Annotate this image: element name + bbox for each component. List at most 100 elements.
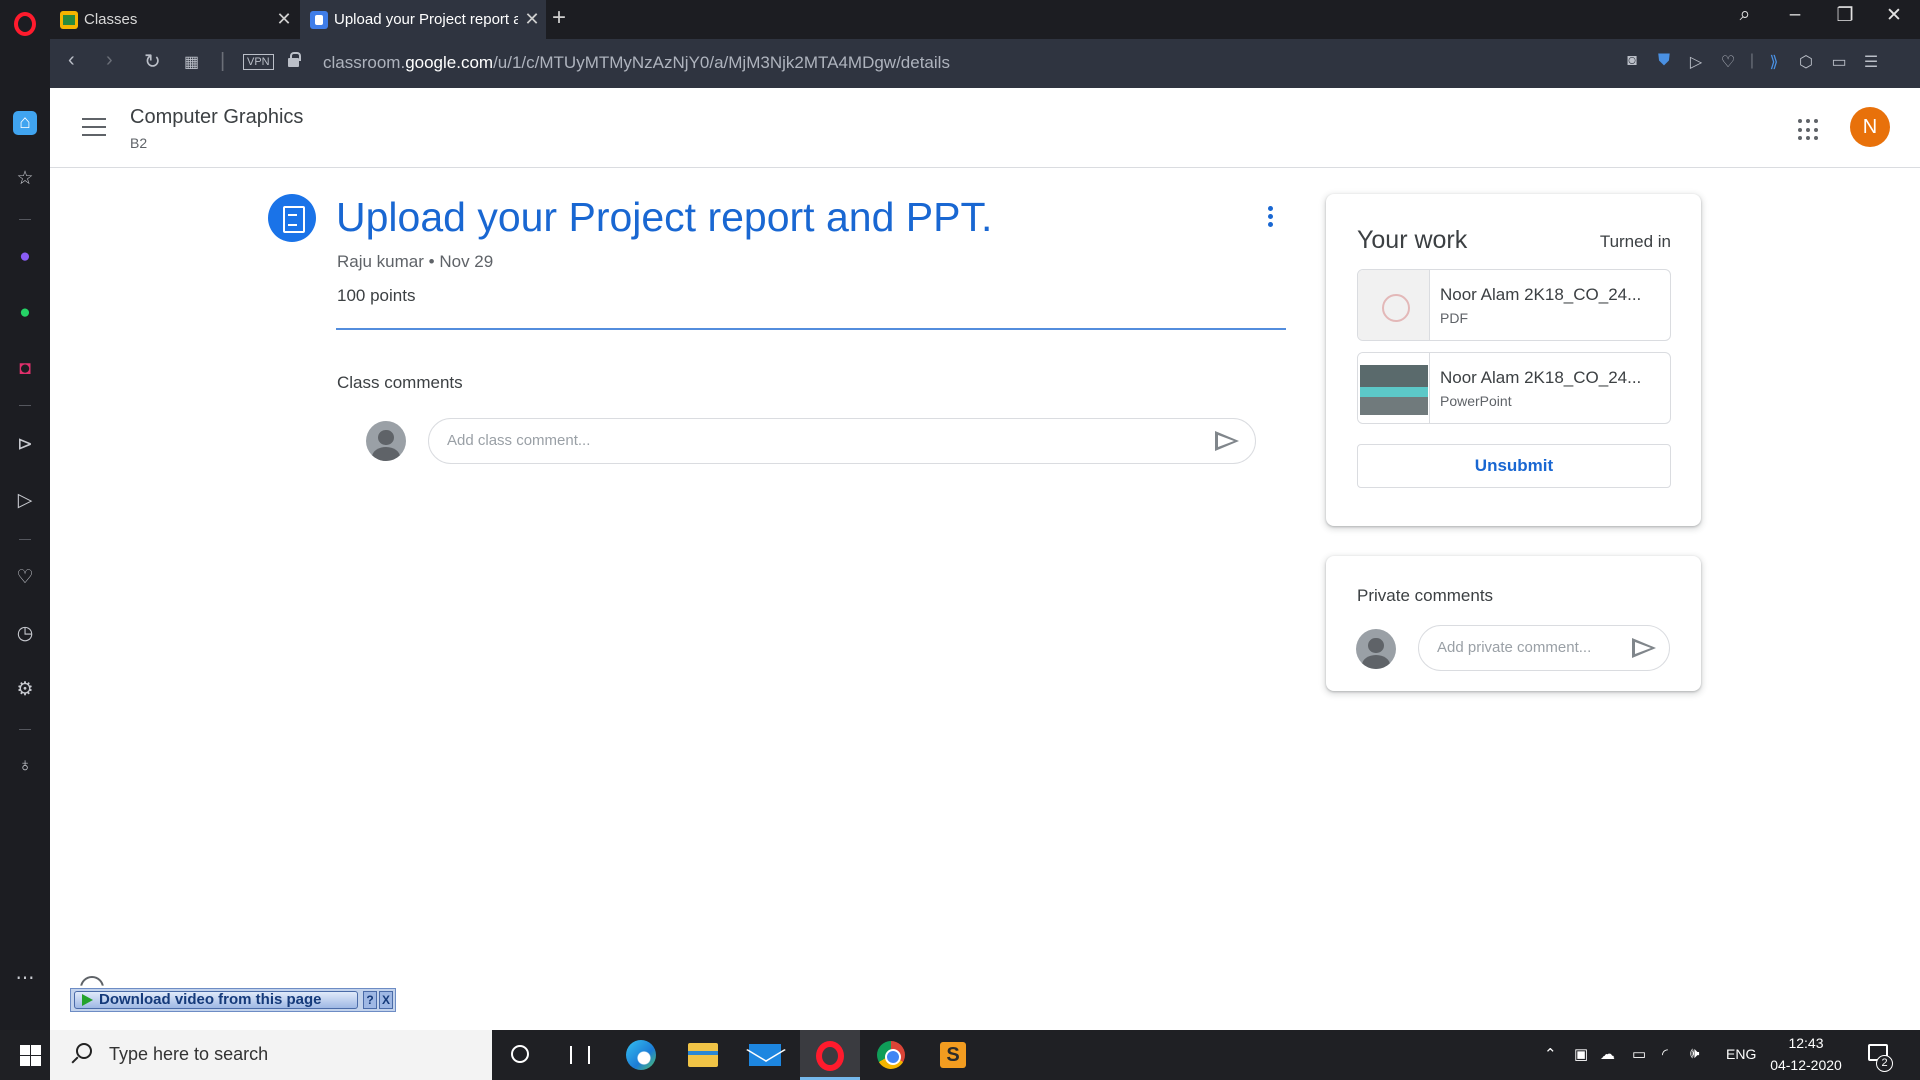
new-tab-button[interactable]: +	[552, 4, 566, 32]
class-comment-input[interactable]: Add class comment...	[428, 418, 1256, 464]
bookmarks-star-icon[interactable]: ☆	[13, 167, 37, 191]
separator	[19, 729, 31, 730]
restore-button[interactable]: ❐	[1825, 4, 1865, 27]
forward-icon[interactable]: ›	[106, 49, 113, 72]
folder-icon	[688, 1043, 718, 1067]
attachment-type: PDF	[1440, 310, 1468, 326]
sublime-icon: S	[940, 1042, 966, 1068]
assignment-meta: Raju kumar • Nov 29	[337, 252, 493, 272]
address-bar: ‹ › ↻ ▦ | VPN classroom.google.com/u/1/c…	[50, 39, 1920, 88]
course-title[interactable]: Computer Graphics	[130, 106, 303, 129]
opera-logo-icon[interactable]	[14, 12, 36, 36]
onedrive-cloud-icon[interactable]: ☁	[1600, 1045, 1615, 1063]
history-clock-icon[interactable]: ◷	[13, 622, 37, 646]
player-icon[interactable]: ⊳	[13, 433, 37, 457]
search-tabs-icon[interactable]: ⌕	[1725, 4, 1765, 26]
attachment-powerpoint[interactable]: Noor Alam 2K18_CO_24... PowerPoint	[1357, 352, 1671, 424]
close-helper-button[interactable]: X	[379, 991, 393, 1009]
wifi-icon[interactable]: ◜	[1662, 1045, 1668, 1063]
task-view-icon	[570, 1046, 590, 1064]
opera-sidebar: ⌂ ☆ ● ● ◘ ⊳ ▷ ♡ ◷ ⚙ ♁ ⋯	[0, 39, 50, 1030]
meet-now-icon[interactable]: ▣	[1574, 1045, 1588, 1063]
battery-saver-icon[interactable]: ▭	[1828, 52, 1850, 72]
url-field[interactable]: classroom.google.com/u/1/c/MTUyMTMyNzAzN…	[323, 53, 950, 73]
back-icon[interactable]: ‹	[68, 49, 75, 72]
cortana-icon	[511, 1045, 529, 1063]
taskbar-sublime[interactable]: S	[924, 1030, 984, 1080]
tab-close-icon[interactable]: ✕	[518, 9, 546, 30]
whatsapp-icon[interactable]: ●	[13, 301, 37, 325]
url-path: /u/1/c/MTUyMTMyNzAzNjY0/a/MjM3Njk2MTA4MD…	[493, 53, 950, 72]
my-flow-icon[interactable]: ▷	[13, 489, 37, 513]
instagram-icon[interactable]: ◘	[13, 357, 37, 381]
battery-icon[interactable]: ▭	[1632, 1045, 1646, 1063]
tips-lightbulb-icon[interactable]: ♁	[13, 754, 37, 778]
mail-icon	[749, 1044, 781, 1066]
tab-title: Classes	[84, 11, 138, 28]
clock-date[interactable]: 04-12-2020	[1766, 1057, 1846, 1073]
extension-cube-icon[interactable]: ⬡	[1795, 52, 1817, 72]
send-icon[interactable]: ▷	[1685, 52, 1707, 72]
taskbar-mail[interactable]	[736, 1030, 796, 1080]
unsubmit-button[interactable]: Unsubmit	[1357, 444, 1671, 488]
url-host: google.com	[405, 53, 494, 72]
tab-close-icon[interactable]: ✕	[270, 9, 298, 30]
meta-separator: •	[428, 252, 435, 271]
screen: Classes ✕ Upload your Project report and…	[0, 0, 1920, 1080]
close-window-button[interactable]: ✕	[1874, 4, 1914, 27]
assignment-points: 100 points	[337, 286, 416, 305]
separator	[19, 219, 31, 220]
windows-start-icon[interactable]	[20, 1045, 41, 1066]
adblock-shield-icon[interactable]: ⛊	[1653, 52, 1675, 70]
home-icon[interactable]: ⌂	[13, 111, 37, 135]
task-view-button[interactable]	[550, 1030, 610, 1080]
attachment-pdf[interactable]: Noor Alam 2K18_CO_24... PDF	[1357, 269, 1671, 341]
opera-icon	[816, 1041, 844, 1071]
clock-time[interactable]: 12:43	[1770, 1035, 1842, 1051]
vpn-badge[interactable]: VPN	[243, 54, 274, 70]
your-work-card: Your work Turned in Noor Alam 2K18_CO_24…	[1326, 194, 1701, 526]
taskbar-search-box[interactable]: Type here to search	[50, 1030, 492, 1080]
flow-icon[interactable]: ⟫	[1763, 52, 1785, 72]
more-vert-icon[interactable]	[1264, 206, 1276, 230]
heart-icon[interactable]: ♡	[1717, 52, 1739, 72]
personal-news-heart-icon[interactable]: ♡	[13, 566, 37, 590]
tab-classes[interactable]: Classes ✕	[50, 0, 298, 39]
taskbar-chrome[interactable]	[862, 1030, 922, 1080]
easy-setup-icon[interactable]: ☰	[1860, 52, 1882, 72]
windows-taskbar: Type here to search S ⌃ ▣ ☁ ▭ ◜ 🕪 ENG 12…	[0, 1030, 1920, 1080]
send-icon[interactable]	[1632, 638, 1656, 658]
language-indicator[interactable]: ENG	[1726, 1046, 1756, 1062]
tab-upload-assignment[interactable]: Upload your Project report and PPT. ✕	[300, 0, 546, 39]
tab-title: Upload your Project report and PPT.	[334, 11, 518, 28]
settings-gear-icon[interactable]: ⚙	[13, 678, 37, 702]
send-icon[interactable]	[1215, 431, 1239, 451]
account-avatar[interactable]: N	[1850, 107, 1890, 147]
post-date: Nov 29	[439, 252, 494, 271]
reload-icon[interactable]: ↻	[144, 49, 161, 74]
taskbar-opera[interactable]	[800, 1030, 860, 1080]
download-video-button[interactable]: Download video from this page	[74, 991, 358, 1009]
menu-icon[interactable]	[82, 118, 106, 136]
course-section: B2	[130, 135, 148, 151]
google-apps-icon[interactable]	[1798, 119, 1820, 141]
volume-icon[interactable]: 🕪	[1690, 1045, 1699, 1062]
attachment-name: Noor Alam 2K18_CO_24...	[1440, 368, 1642, 387]
download-video-bar: Download video from this page ? X	[70, 988, 396, 1012]
speed-dial-icon[interactable]: ▦	[184, 52, 199, 72]
messenger-icon[interactable]: ●	[13, 245, 37, 269]
help-button[interactable]: ?	[363, 991, 377, 1009]
separator	[19, 539, 31, 540]
lock-icon[interactable]	[288, 52, 301, 67]
more-options-icon[interactable]: ⋯	[13, 967, 37, 991]
private-comments-card: Private comments Add private comment...	[1326, 556, 1701, 691]
snapshot-icon[interactable]: ◙	[1621, 52, 1643, 70]
attachment-name: Noor Alam 2K18_CO_24...	[1440, 285, 1642, 304]
taskbar-file-explorer[interactable]	[674, 1030, 734, 1080]
cortana-button[interactable]	[490, 1030, 550, 1080]
taskbar-edge[interactable]	[612, 1030, 672, 1080]
minimize-button[interactable]: ‒	[1775, 4, 1815, 26]
pdf-thumbnail-icon	[1358, 270, 1430, 340]
search-icon	[76, 1043, 92, 1059]
chevron-up-icon[interactable]: ⌃	[1544, 1045, 1557, 1063]
